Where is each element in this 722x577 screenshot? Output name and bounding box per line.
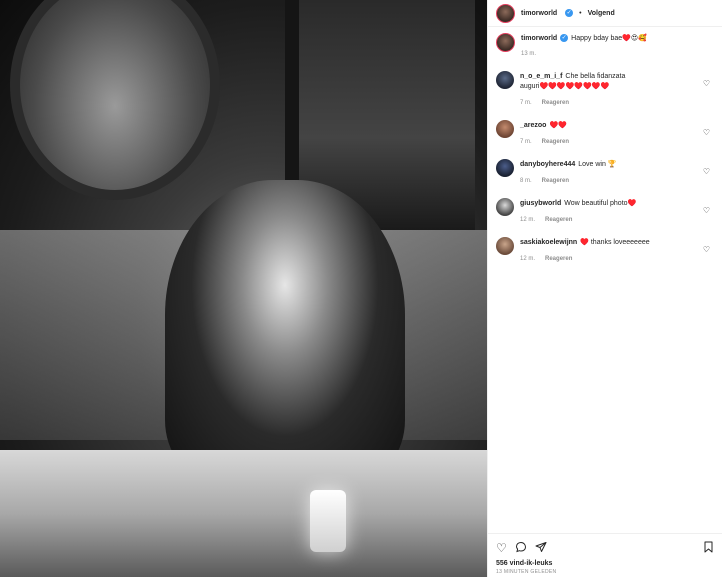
- comment-text: ♥️ thanks loveeeeeee: [580, 239, 650, 246]
- comment-time: 8 m.: [520, 178, 532, 184]
- comment-item: giusybworld Wow beautiful photo♥️ 12 m. Re…: [496, 198, 714, 225]
- reply-button[interactable]: Reageren: [542, 178, 569, 184]
- post-panel: timorworld ✓ • Volgend timorworld ✓ Happy …: [487, 0, 722, 577]
- comment-username[interactable]: giusybworld: [520, 200, 561, 207]
- comment-avatar[interactable]: [496, 198, 514, 216]
- comment-time: 12 m.: [520, 256, 536, 262]
- comment-avatar[interactable]: [496, 120, 514, 138]
- post-caption: timorworld ✓ Happy bday bae♥️😍🥰 13 m.: [496, 33, 714, 59]
- follow-button[interactable]: Volgend: [588, 10, 615, 17]
- likes-count[interactable]: 556 vind-ik-leuks: [496, 560, 714, 567]
- comment-time: 7 m.: [520, 139, 532, 145]
- caption-avatar[interactable]: [496, 33, 515, 52]
- verified-icon: ✓: [565, 9, 574, 17]
- author-username[interactable]: timorworld: [521, 10, 557, 17]
- comment-text: Wow beautiful photo♥️: [564, 200, 637, 207]
- comment-item: _arezoo ♥️♥️ 7 m. Reageren ♡: [496, 120, 714, 147]
- comment-text: Love win 🏆: [578, 161, 617, 168]
- share-plane-icon[interactable]: [535, 541, 547, 555]
- post-photo[interactable]: [0, 0, 487, 577]
- comment-item: n_o_e_m_i_f Che bella fidanzata auguri♥️♥…: [496, 71, 714, 108]
- post-header: timorworld ✓ • Volgend: [488, 0, 722, 27]
- reply-button[interactable]: Reageren: [542, 100, 569, 106]
- verified-icon: ✓: [560, 34, 569, 43]
- candle-shape: [310, 490, 346, 552]
- reply-button[interactable]: Reageren: [542, 139, 569, 145]
- bookmark-icon[interactable]: [703, 541, 714, 555]
- comments-list: timorworld ✓ Happy bday bae♥️😍🥰 13 m. n_o_…: [488, 33, 722, 276]
- comment-avatar[interactable]: [496, 159, 514, 177]
- author-avatar[interactable]: [496, 3, 515, 23]
- comment-avatar[interactable]: [496, 237, 514, 255]
- comment-like-heart-icon[interactable]: ♡: [703, 129, 710, 137]
- comment-item: saskiakoelewijnn ♥️ thanks loveeeeeee 12 …: [496, 237, 714, 264]
- reply-button[interactable]: Reageren: [545, 217, 572, 223]
- comment-like-heart-icon[interactable]: ♡: [703, 207, 710, 215]
- caption-username[interactable]: timorworld: [521, 35, 557, 42]
- comment-bubble-icon[interactable]: [515, 541, 527, 555]
- comment-username[interactable]: danyboyhere444: [520, 161, 575, 168]
- comment-like-heart-icon[interactable]: ♡: [703, 246, 710, 254]
- comment-username[interactable]: _arezoo: [520, 122, 546, 129]
- comment-username[interactable]: saskiakoelewijnn: [520, 239, 577, 246]
- table-shape: [0, 450, 487, 577]
- comment-avatar[interactable]: [496, 71, 514, 89]
- comment-like-heart-icon[interactable]: ♡: [703, 168, 710, 176]
- reply-button[interactable]: Reageren: [545, 256, 572, 262]
- mirror-shape: [10, 0, 220, 200]
- comment-username[interactable]: n_o_e_m_i_f: [520, 73, 562, 80]
- post-timestamp: 13 MINUTEN GELEDEN: [496, 569, 557, 575]
- caption-text: Happy bday bae♥️😍🥰: [571, 35, 647, 42]
- comment-text: ♥️♥️: [549, 122, 567, 129]
- separator-dot: •: [579, 9, 582, 17]
- caption-time: 13 m.: [521, 51, 537, 57]
- comment-like-heart-icon[interactable]: ♡: [703, 80, 710, 88]
- post-actions: ♡ 556 vind-ik-leuks 13 MINUTEN GELEDEN: [488, 533, 722, 575]
- couple-figure: [165, 180, 405, 480]
- comment-item: danyboyhere444 Love win 🏆 8 m. Reageren ♡: [496, 159, 714, 186]
- comment-time: 12 m.: [520, 217, 536, 223]
- like-heart-icon[interactable]: ♡: [496, 542, 507, 554]
- comment-time: 7 m.: [520, 100, 532, 106]
